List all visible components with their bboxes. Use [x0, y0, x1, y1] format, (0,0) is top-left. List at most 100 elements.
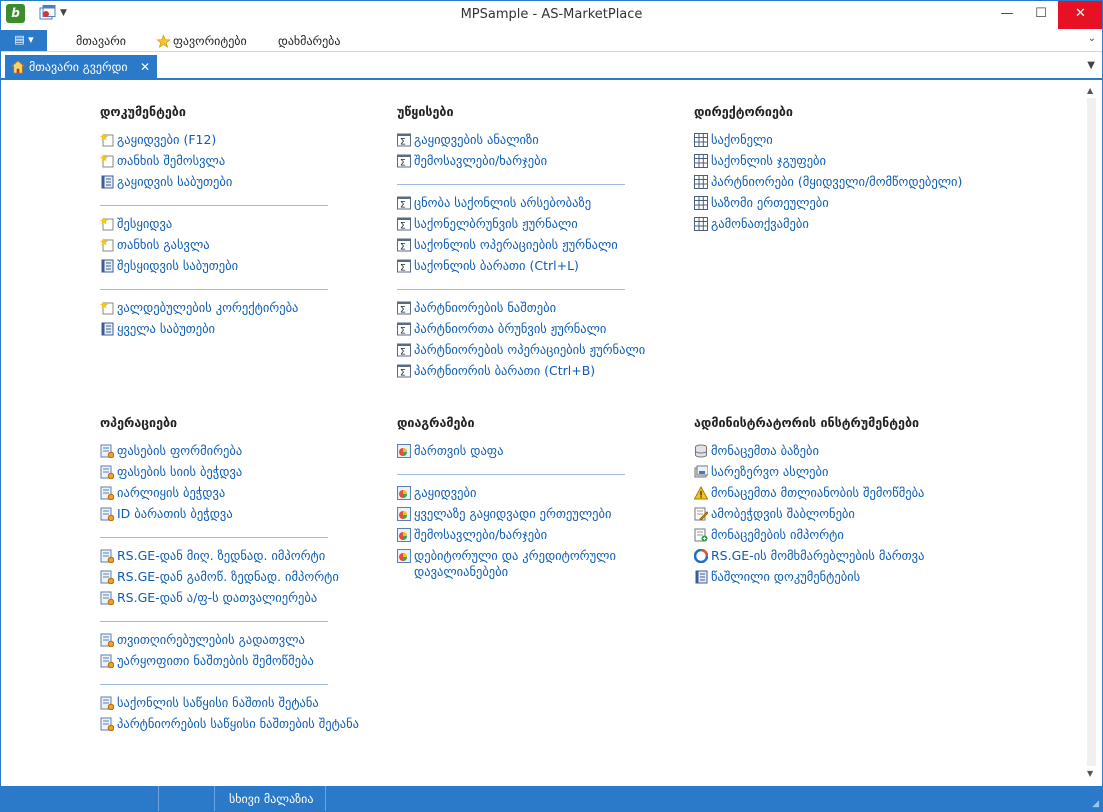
close-button[interactable]: ✕ — [1058, 0, 1103, 29]
svg-text:Σ: Σ — [400, 369, 406, 379]
maximize-button[interactable]: ☐ — [1024, 0, 1058, 29]
link-admin-0-0[interactable]: მონაცემთა ბაზები — [694, 443, 924, 464]
link-documents-0-2[interactable]: გაყიდვის საბუთები — [100, 174, 328, 195]
menu-item-help[interactable]: დახმარება — [278, 34, 341, 48]
chart-icon — [397, 444, 411, 458]
grid-icon — [694, 196, 708, 210]
link-reports-1-0[interactable]: Σცნობა საქონლის არსებობაზე — [397, 195, 645, 216]
section-title: უწყისები — [397, 104, 454, 119]
link-diagrams-1-2[interactable]: შემოსავლები/ხარჯები — [397, 527, 637, 548]
link-documents-1-1[interactable]: თანხის გასვლა — [100, 237, 328, 258]
section-diagrams: დიაგრამები მართვის დაფა გაყიდვები ყველაზე გ… — [397, 415, 637, 582]
link-admin-0-1[interactable]: სარეზერვო ასლები — [694, 464, 924, 485]
link-documents-2-0[interactable]: ვალდებულების კორექტირება — [100, 300, 328, 321]
link-operations-3-0[interactable]: საქონლის საწყისი ნაშთის შეტანა — [100, 695, 359, 716]
link-operations-2-0[interactable]: თვითღირებულების გადათვლა — [100, 632, 359, 653]
menu-item-favorites[interactable]: ფავორიტები — [173, 34, 247, 48]
link-admin-0-2[interactable]: მონაცემთა მთლიანობის შემოწმება — [693, 485, 924, 506]
link-operations-0-3[interactable]: ID ბარათის ბეჭდვა — [100, 506, 359, 527]
link-label: თვითღირებულების გადათვლა — [117, 632, 305, 647]
report-icon: Σ — [397, 154, 411, 169]
tab-bar: მთავარი გვერდი ✕ ▼ — [0, 53, 1103, 80]
chart-icon — [397, 528, 411, 542]
link-reports-0-0[interactable]: Σგაყიდვების ანალიზი — [397, 132, 645, 153]
link-operations-2-1[interactable]: უარყოფითი ნაშთების შემოწმება — [100, 653, 359, 674]
link-operations-1-0[interactable]: RS.GE-დან მიღ. ზედნად. იმპორტი — [100, 548, 359, 569]
link-label: შესყიდვა — [117, 216, 173, 231]
link-label: ID ბარათის ბეჭდვა — [117, 506, 233, 521]
link-operations-1-2[interactable]: RS.GE-დან ა/ფ-ს დათვალიერება — [100, 590, 359, 611]
ribbon-collapse-icon[interactable]: ⌄ — [1088, 33, 1096, 44]
link-label: წაშლილი დოკუმენტების — [711, 569, 861, 584]
link-operations-0-2[interactable]: იარლიყის ბეჭდვა — [100, 485, 359, 506]
link-label: საზომი ერთეულები — [711, 195, 829, 210]
link-reports-1-3[interactable]: Σსაქონლის ბარათი (Ctrl+L) — [397, 258, 645, 279]
link-label: დებიტორული და კრედიტორული დავალიანებები — [414, 548, 616, 579]
menu-item-home[interactable]: მთავარი — [76, 34, 126, 48]
tab-home-page[interactable]: მთავარი გვერდი ✕ — [5, 55, 157, 80]
template-icon — [694, 507, 709, 521]
vertical-scrollbar[interactable]: ▲ ▼ — [1083, 82, 1100, 782]
link-diagrams-1-1[interactable]: ყველაზე გაყიდვადი ერთეულები — [397, 506, 637, 527]
journal-icon — [100, 259, 114, 273]
report-icon: Σ — [397, 238, 411, 253]
link-directories-0-3[interactable]: საზომი ერთეულები — [694, 195, 962, 216]
status-bar: სხივი მალაზია ◢ — [0, 786, 1103, 812]
link-label: RS.GE-დან გამოწ. ზედნად. იმპორტი — [117, 569, 339, 584]
svg-text:Σ: Σ — [400, 243, 406, 253]
link-reports-1-2[interactable]: Σსაქონლის ოპერაციების ჟურნალი — [397, 237, 645, 258]
link-label: პარტნიორთა ბრუნვის ჟურნალი — [414, 321, 607, 336]
link-directories-0-4[interactable]: გამონათქვამები — [694, 216, 962, 237]
link-operations-0-1[interactable]: ფასების სიის ბეჭდვა — [100, 464, 359, 485]
link-reports-2-2[interactable]: Σპარტნიორების ოპერაციების ჟურნალი — [397, 342, 645, 363]
op-icon — [100, 633, 115, 648]
op-icon — [100, 717, 115, 732]
svg-text:Σ: Σ — [400, 201, 406, 211]
link-label: პარტნიორების საწყისი ნაშთების შეტანა — [117, 716, 360, 731]
resize-grip-icon[interactable]: ◢ — [1092, 799, 1099, 809]
minimize-button[interactable]: — — [990, 0, 1024, 29]
link-directories-0-0[interactable]: საქონელი — [694, 132, 962, 153]
grid-icon — [694, 133, 708, 147]
link-label: გაყიდვები — [414, 485, 477, 500]
link-admin-0-4[interactable]: მონაცემების იმპორტი — [694, 527, 924, 548]
link-admin-0-3[interactable]: ამობეჭდვის შაბლონები — [694, 506, 924, 527]
link-documents-0-1[interactable]: თანხის შემოსვლა — [100, 153, 328, 174]
section-documents: დოკუმენტები გაყიდვები (F12) თანხის შემოსვლ… — [100, 104, 328, 342]
link-documents-2-1[interactable]: ყველა საბუთები — [100, 321, 328, 342]
group-divider — [397, 474, 625, 475]
link-documents-1-0[interactable]: შესყიდვა — [100, 216, 328, 237]
group-divider — [100, 684, 328, 685]
link-diagrams-0-0[interactable]: მართვის დაფა — [397, 443, 637, 464]
scroll-track[interactable] — [1087, 98, 1096, 766]
link-operations-3-1[interactable]: პარტნიორების საწყისი ნაშთების შეტანა — [100, 716, 359, 737]
tab-overflow-icon[interactable]: ▼ — [1087, 60, 1095, 71]
group-divider — [100, 205, 328, 206]
link-documents-1-2[interactable]: შესყიდვის საბუთები — [100, 258, 328, 279]
link-directories-0-1[interactable]: საქონლის ჯგუფები — [694, 153, 962, 174]
scroll-down-icon[interactable]: ▼ — [1087, 769, 1093, 778]
link-directories-0-2[interactable]: პარტნიორები (მყიდველი/მომწოდებელი) — [694, 174, 962, 195]
link-diagrams-1-0[interactable]: გაყიდვები — [397, 485, 637, 506]
link-reports-2-1[interactable]: Σპარტნიორთა ბრუნვის ჟურნალი — [397, 321, 645, 342]
application-menu-button[interactable]: ▤ ▾ — [1, 30, 47, 51]
link-admin-0-5[interactable]: RS.GE-ის მომხმარებლების მართვა — [693, 548, 924, 569]
op-icon — [100, 465, 115, 480]
link-reports-2-3[interactable]: Σპარტნიორის ბარათი (Ctrl+B) — [397, 363, 645, 384]
chart-icon — [397, 549, 411, 563]
link-operations-1-1[interactable]: RS.GE-დან გამოწ. ზედნად. იმპორტი — [100, 569, 359, 590]
link-admin-0-6[interactable]: წაშლილი დოკუმენტების — [694, 569, 924, 590]
link-label: გამონათქვამები — [711, 216, 809, 231]
link-reports-0-1[interactable]: Σშემოსავლები/ხარჯები — [397, 153, 645, 174]
link-reports-1-1[interactable]: Σსაქონელბრუნვის ჟურნალი — [397, 216, 645, 237]
op-icon — [100, 444, 115, 459]
tab-close-icon[interactable]: ✕ — [140, 55, 150, 79]
status-divider — [158, 786, 159, 812]
link-operations-0-0[interactable]: ფასების ფორმირება — [100, 443, 359, 464]
link-diagrams-1-3[interactable]: დებიტორული და კრედიტორული დავალიანებები — [397, 548, 637, 582]
report-icon: Σ — [397, 196, 411, 211]
link-reports-2-0[interactable]: Σპარტნიორების ნაშთები — [397, 300, 645, 321]
scroll-up-icon[interactable]: ▲ — [1087, 86, 1093, 95]
op-icon — [100, 570, 115, 585]
link-documents-0-0[interactable]: გაყიდვები (F12) — [100, 132, 328, 153]
